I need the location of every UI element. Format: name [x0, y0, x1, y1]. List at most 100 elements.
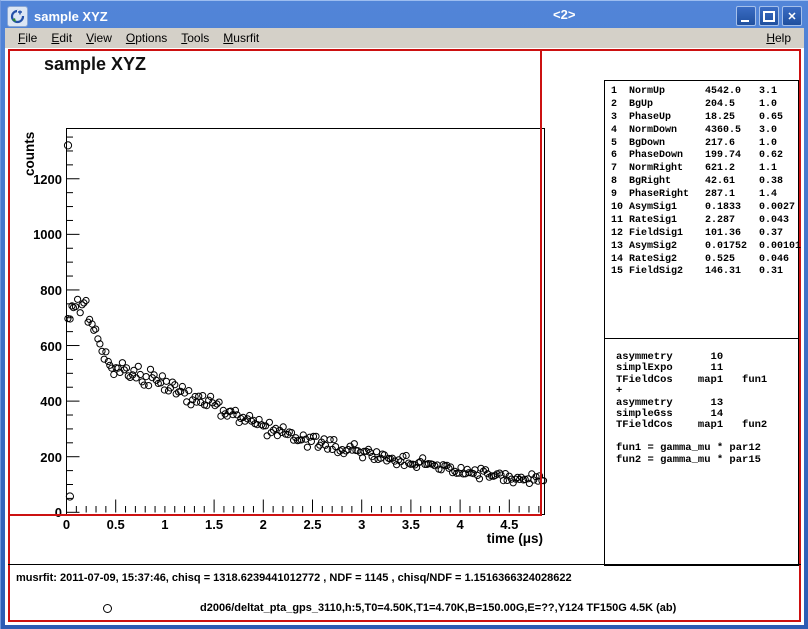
parameter-val: 146.31: [705, 266, 741, 279]
parameter-err: 3.0: [759, 125, 777, 138]
x-tick-label: 0: [45, 517, 89, 532]
parameter-num: 15: [611, 266, 623, 279]
parameter-num: 11: [611, 215, 623, 228]
parameter-num: 1: [611, 86, 617, 99]
parameter-row: 12FieldSig1101.360.37: [605, 228, 798, 241]
legend-row: d2006/deltat_pta_gps_3110,h:5,T0=4.50K,T…: [5, 602, 804, 616]
pad-highlight-bottom: [8, 514, 542, 516]
x-tick-label: 1: [143, 517, 187, 532]
parameter-val: 18.25: [705, 112, 735, 125]
menu-item-help[interactable]: Help: [759, 29, 798, 47]
menu-item-musrfit[interactable]: Musrfit: [216, 29, 266, 47]
parameter-err: 0.043: [759, 215, 789, 228]
parameter-row: 13AsymSig20.017520.00101: [605, 241, 798, 254]
y-tick-label: 600: [20, 339, 62, 354]
close-icon: ✕: [787, 10, 796, 23]
parameter-val: 4360.5: [705, 125, 741, 138]
y-tick-label: 400: [20, 394, 62, 409]
parameter-name: RateSig1: [629, 215, 677, 228]
parameter-num: 14: [611, 254, 623, 267]
parameter-row: 9PhaseRight287.11.4: [605, 189, 798, 202]
parameter-val: 0.1833: [705, 202, 741, 215]
parameter-num: 9: [611, 189, 617, 202]
parameter-err: 0.0027: [759, 202, 795, 215]
parameter-row: 3PhaseUp18.250.65: [605, 112, 798, 125]
y-tick-label: 200: [20, 450, 62, 465]
x-tick-label: 2: [241, 517, 285, 532]
parameter-row: 2BgUp204.51.0: [605, 99, 798, 112]
menu-item-options[interactable]: Options: [119, 29, 174, 47]
parameter-err: 3.1: [759, 86, 777, 99]
root-canvas[interactable]: sample XYZ counts time (μs) 020040060080…: [5, 48, 804, 625]
menu-item-view[interactable]: View: [79, 29, 119, 47]
parameter-name: PhaseDown: [629, 150, 683, 163]
parameter-row: 5BgDown217.61.0: [605, 138, 798, 151]
parameter-name: NormRight: [629, 163, 683, 176]
parameter-val: 204.5: [705, 99, 735, 112]
axis-ticks: [67, 137, 539, 512]
y-tick-label: 1200: [20, 172, 62, 187]
window-titlebar[interactable]: sample XYZ <2> ✕: [5, 4, 804, 28]
parameter-val: 4542.0: [705, 86, 741, 99]
parameter-err: 0.62: [759, 150, 783, 163]
window-title: sample XYZ: [34, 9, 108, 24]
maximize-button[interactable]: [759, 6, 779, 26]
parameter-num: 7: [611, 163, 617, 176]
parameter-name: FieldSig2: [629, 266, 683, 279]
menu-item-file[interactable]: File: [11, 29, 44, 47]
parameter-name: PhaseUp: [629, 112, 671, 125]
x-tick-label: 0.5: [94, 517, 138, 532]
minimize-icon: [741, 20, 749, 22]
minimize-button[interactable]: [736, 6, 756, 26]
parameter-num: 4: [611, 125, 617, 138]
parameter-name: NormUp: [629, 86, 665, 99]
parameter-num: 10: [611, 202, 623, 215]
x-tick-label: 3.5: [389, 517, 433, 532]
y-tick-label: 800: [20, 283, 62, 298]
close-button[interactable]: ✕: [782, 6, 802, 26]
menu-item-tools[interactable]: Tools: [174, 29, 216, 47]
parameter-val: 199.74: [705, 150, 741, 163]
parameter-num: 2: [611, 99, 617, 112]
maximize-icon: [763, 11, 775, 22]
parameter-name: BgDown: [629, 138, 665, 151]
parameter-val: 2.287: [705, 215, 735, 228]
theory-text: asymmetry 10 simplExpo 11 TFieldCos map1…: [605, 339, 798, 466]
parameter-num: 12: [611, 228, 623, 241]
data-plot[interactable]: [5, 48, 565, 523]
parameter-val: 621.2: [705, 163, 735, 176]
parameter-row: 6PhaseDown199.740.62: [605, 150, 798, 163]
x-tick-label: 3: [340, 517, 384, 532]
theory-box[interactable]: asymmetry 10 simplExpo 11 TFieldCos map1…: [604, 338, 799, 566]
parameter-err: 1.1: [759, 163, 777, 176]
parameter-val: 42.61: [705, 176, 735, 189]
y-tick-label: 1000: [20, 227, 62, 242]
menu-item-edit[interactable]: Edit: [44, 29, 79, 47]
parameter-name: PhaseRight: [629, 189, 689, 202]
data-points-series: [64, 142, 546, 500]
parameter-err: 0.31: [759, 266, 783, 279]
legend-marker-icon: [103, 604, 112, 613]
parameter-err: 1.4: [759, 189, 777, 202]
parameter-err: 0.38: [759, 176, 783, 189]
window-buttons: ✕: [736, 6, 804, 26]
parameter-name: AsymSig1: [629, 202, 677, 215]
parameter-row: 8BgRight42.610.38: [605, 176, 798, 189]
parameter-name: RateSig2: [629, 254, 677, 267]
parameter-row: 14RateSig20.5250.046: [605, 254, 798, 267]
app-icon: [7, 6, 28, 27]
parameter-row: 15 FieldSig2 146.31 0.31: [605, 266, 798, 279]
parameter-box[interactable]: 1NormUp4542.03.12BgUp204.51.03PhaseUp18.…: [604, 80, 799, 340]
parameter-num: 5: [611, 138, 617, 151]
parameter-num: 13: [611, 241, 623, 254]
parameter-val: 217.6: [705, 138, 735, 151]
x-tick-label: 4.5: [487, 517, 531, 532]
menubar: File Edit View Options Tools Musrfit Hel…: [5, 28, 804, 49]
parameter-row: 4NormDown4360.53.0: [605, 125, 798, 138]
parameter-row: 10 AsymSig1 0.1833 0.0027: [605, 202, 798, 215]
parameter-err: 0.37: [759, 228, 783, 241]
parameter-row: 11 RateSig1 2.287 0.043: [605, 215, 798, 228]
x-axis-label: time (μs): [413, 531, 543, 546]
pad-highlight-right: [540, 51, 542, 516]
parameter-val: 101.36: [705, 228, 741, 241]
